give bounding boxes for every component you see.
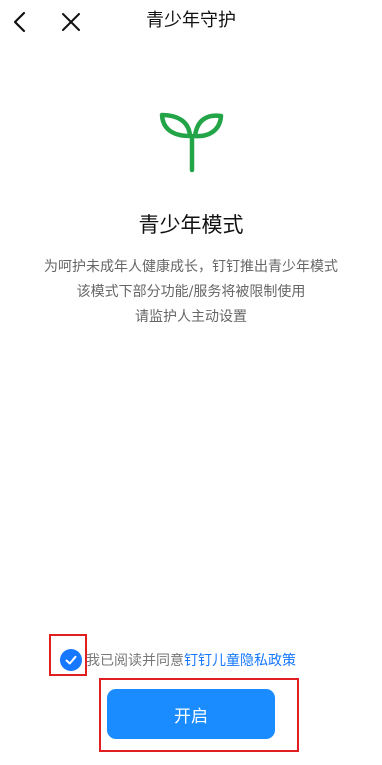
privacy-policy-link[interactable]: 钉钉儿童隐私政策 (184, 650, 296, 670)
agreement-text: 我已阅读并同意 (86, 653, 184, 669)
back-button[interactable] (4, 6, 36, 38)
mode-title: 青少年模式 (138, 213, 244, 237)
description-line: 请监护人主动设置 (135, 309, 247, 325)
description-line: 为呵护未成年人健康成长，钉钉推出青少年模式 (44, 259, 338, 275)
sprout-icon (159, 112, 224, 173)
description-line: 该模式下部分功能/服务将被限制使用 (76, 284, 306, 300)
close-button[interactable] (55, 6, 87, 38)
button-highlight-box (99, 678, 299, 752)
agreement-row: 我已阅读并同意 钉钉儿童隐私政策 (60, 647, 296, 673)
close-icon (62, 13, 80, 31)
top-nav-bar: 青少年守护 (0, 0, 382, 44)
checkbox-highlight-box (49, 634, 87, 676)
mode-description: 为呵护未成年人健康成长，钉钉推出青少年模式 该模式下部分功能/服务将被限制使用 … (10, 255, 372, 330)
chevron-left-icon (13, 11, 26, 33)
